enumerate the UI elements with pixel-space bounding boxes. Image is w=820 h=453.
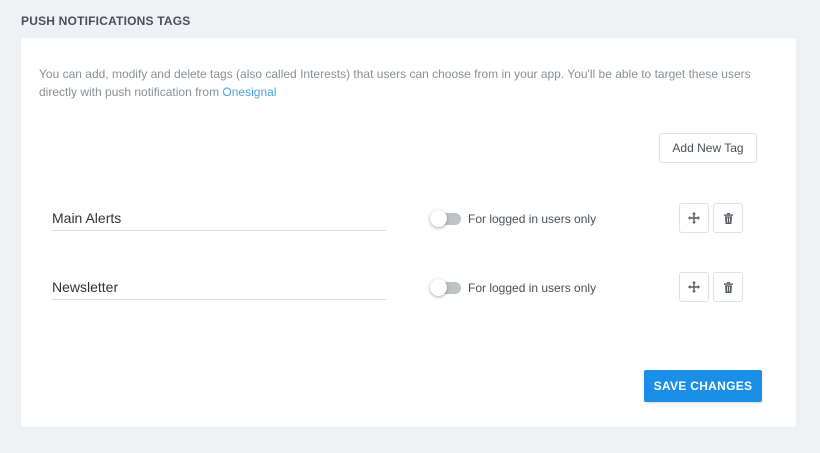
tag-row: For logged in users only	[21, 272, 796, 315]
section-title: PUSH NOTIFICATIONS TAGS	[21, 14, 191, 28]
tags-card: You can add, modify and delete tags (als…	[21, 38, 796, 427]
toggle-label: For logged in users only	[468, 281, 597, 295]
move-arrows-icon	[688, 281, 700, 293]
move-tag-button[interactable]	[679, 272, 709, 302]
description: You can add, modify and delete tags (als…	[39, 65, 769, 101]
tag-name-input[interactable]	[52, 275, 386, 300]
tag-name-input[interactable]	[52, 206, 386, 231]
toggle-knob	[430, 210, 447, 227]
logged-in-only-toggle[interactable]	[430, 210, 461, 227]
save-changes-button[interactable]: SAVE CHANGES	[644, 370, 762, 402]
description-text: You can add, modify and delete tags (als…	[39, 67, 751, 99]
move-tag-button[interactable]	[679, 203, 709, 233]
delete-tag-button[interactable]	[713, 272, 743, 302]
trash-icon	[723, 212, 733, 224]
add-new-tag-button[interactable]: Add New Tag	[659, 133, 757, 163]
logged-in-only-toggle[interactable]	[430, 279, 461, 296]
toggle-label: For logged in users only	[468, 212, 597, 226]
toggle-knob	[430, 279, 447, 296]
move-arrows-icon	[688, 212, 700, 224]
delete-tag-button[interactable]	[713, 203, 743, 233]
onesignal-link[interactable]: Onesignal	[222, 85, 276, 99]
trash-icon	[723, 281, 733, 293]
tag-row: For logged in users only	[21, 203, 796, 246]
